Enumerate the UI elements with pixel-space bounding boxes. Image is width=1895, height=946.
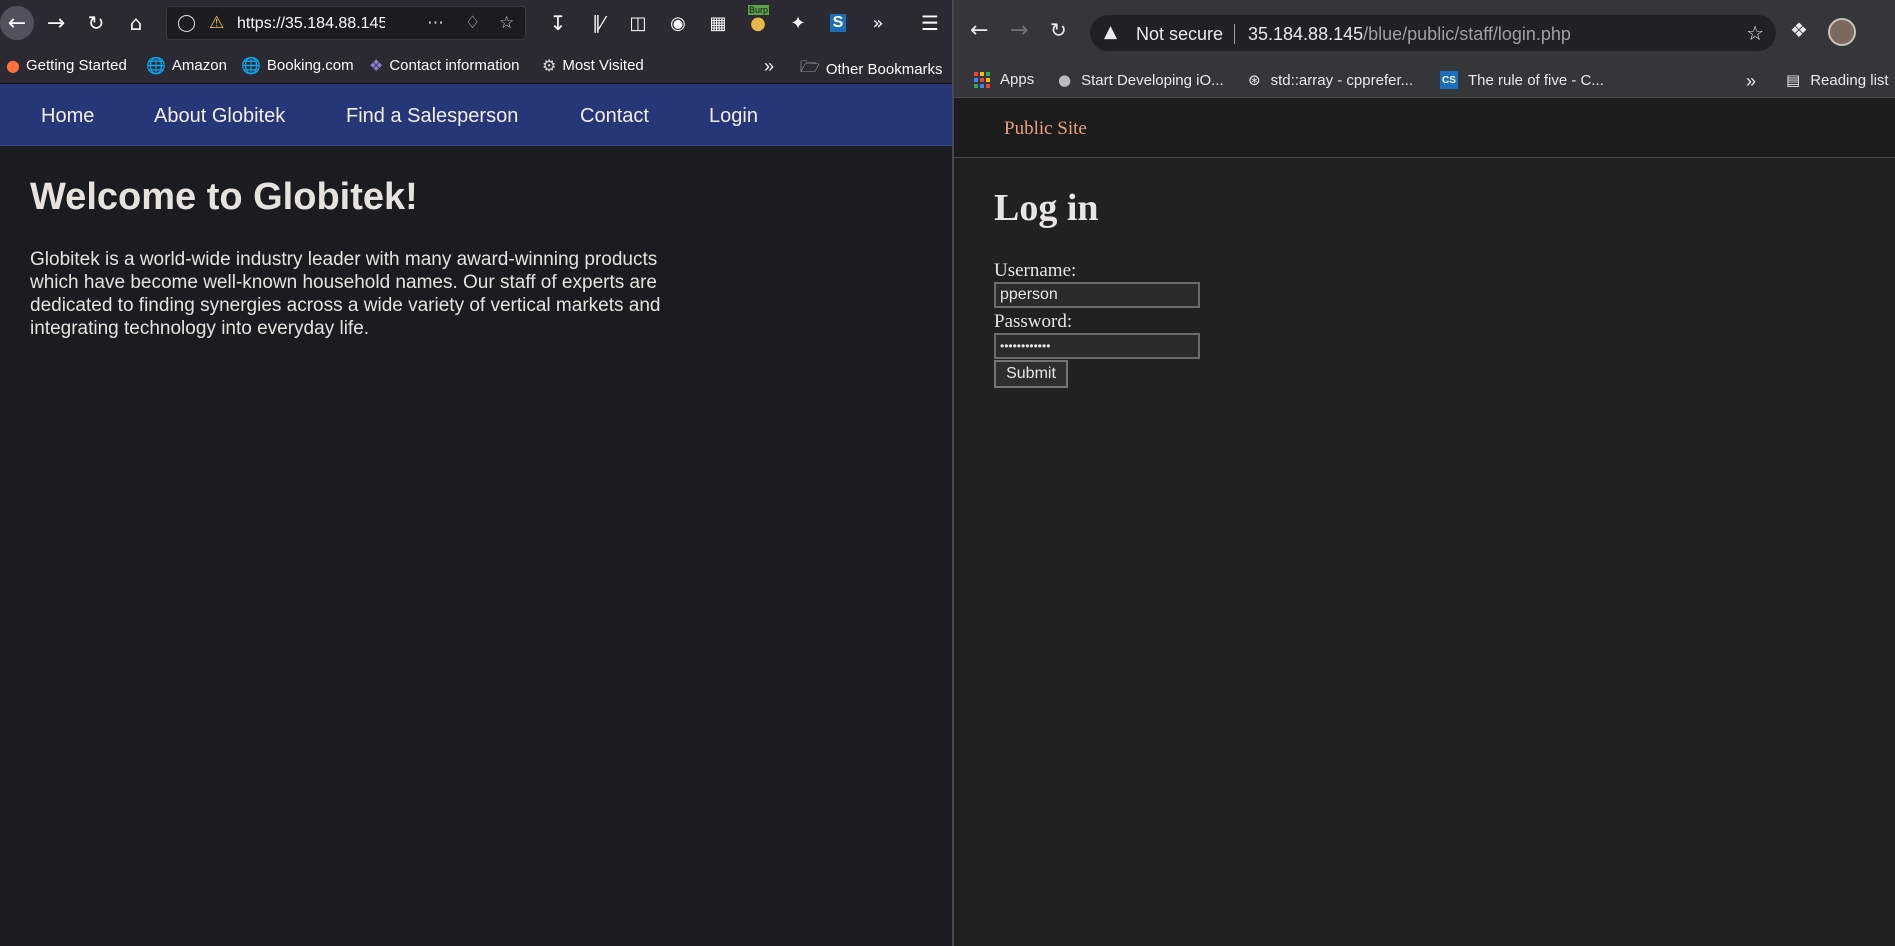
chrome-bookmarks-bar: Apps ● Start Developing iO... ⊛ std::array…: [954, 62, 1895, 98]
cs-badge-icon: CS: [1440, 71, 1458, 89]
firefox-window: ← → ↻ ⌂ ◯ ⚠ https://35.184.88.145/b ⋯ ♢ …: [0, 0, 952, 946]
burp-badge: Burp: [748, 5, 770, 15]
pocket-icon[interactable]: ♢: [465, 13, 480, 33]
omnibox-separator: [1234, 24, 1235, 44]
forward-arrow-icon[interactable]: →: [40, 7, 72, 39]
firefox-bookmarks-bar: ● Getting Started 🌐 Amazon 🌐 Booking.com ❖ C…: [0, 46, 952, 84]
intro-paragraph: Globitek is a world-wide industry leader…: [30, 249, 661, 339]
reading-list-button[interactable]: ▤ Reading list: [1786, 71, 1889, 89]
bookmark-label: Most Visited: [562, 57, 644, 74]
hamburger-menu-icon[interactable]: ☰: [914, 7, 946, 39]
bookmark-rule-of-five[interactable]: CS The rule of five - C...: [1440, 71, 1604, 89]
staff-header: Public Site: [954, 98, 1895, 158]
reload-icon[interactable]: ↻: [80, 7, 112, 39]
apps-grid-icon: [974, 71, 990, 88]
bookmark-label: Amazon: [171, 57, 227, 74]
puzzle-icon: ❖: [369, 56, 384, 75]
burp-extension-icon[interactable]: Burp ●: [742, 5, 774, 39]
firefox-url-bar[interactable]: ◯ ⚠ https://35.184.88.145/b ⋯ ♢ ☆: [166, 6, 526, 40]
fence-extension-icon[interactable]: ▦: [702, 7, 734, 39]
page-title: Welcome to Globitek!: [30, 176, 418, 218]
chrome-url-text[interactable]: 35.184.88.145/blue/public/staff/login.ph…: [1248, 24, 1571, 45]
chrome-omnibox[interactable]: ▲ Not secure 35.184.88.145/blue/public/s…: [1090, 15, 1776, 51]
apple-icon: ●: [1058, 71, 1072, 89]
bookmark-apps[interactable]: Apps: [974, 71, 1034, 88]
url-host: https://35.184.88.145: [237, 15, 385, 32]
firefox-url-text[interactable]: https://35.184.88.145/b: [237, 15, 385, 33]
staff-login-page: Public Site Log in Username: pperson Pas…: [954, 98, 1895, 946]
account-icon[interactable]: ◉: [662, 7, 694, 39]
s-extension-icon[interactable]: S: [822, 7, 854, 39]
reading-list-icon: ▤: [1786, 71, 1801, 89]
bookmark-most-visited[interactable]: ⚙ Most Visited: [542, 56, 644, 75]
lock-warning-icon[interactable]: ⚠: [209, 13, 224, 33]
bookmark-label: std::array - cpprefer...: [1270, 71, 1414, 89]
globitek-page: Home About Globitek Find a Salesperson C…: [0, 84, 952, 946]
username-label: Username:: [994, 260, 1077, 281]
nav-home-link[interactable]: Home: [41, 105, 94, 128]
bookmark-label: Contact information: [389, 57, 520, 74]
cppreference-icon: ⊛: [1248, 71, 1261, 89]
site-navigation: Home About Globitek Find a Salesperson C…: [0, 84, 952, 146]
username-field[interactable]: pperson: [994, 282, 1200, 308]
overflow-chevrons-icon[interactable]: »: [862, 7, 894, 39]
bookmark-label: Booking.com: [266, 57, 354, 74]
back-arrow-icon[interactable]: ←: [970, 18, 988, 43]
bookmark-contact-information[interactable]: ❖ Contact information: [369, 56, 519, 75]
globe-icon: 🌐: [241, 56, 261, 75]
public-site-link[interactable]: Public Site: [1004, 118, 1087, 140]
shield-icon[interactable]: ◯: [177, 13, 196, 33]
reload-icon[interactable]: ↻: [1050, 18, 1067, 42]
security-status[interactable]: Not secure: [1136, 24, 1223, 45]
nav-find-salesperson-link[interactable]: Find a Salesperson: [346, 105, 518, 128]
warning-icon[interactable]: ▲: [1104, 22, 1117, 42]
bookmarks-overflow-icon[interactable]: »: [1746, 71, 1756, 92]
password-label: Password:: [994, 311, 1073, 332]
bookmark-start-developing[interactable]: ● Start Developing iO...: [1058, 71, 1224, 89]
extensions-puzzle-icon[interactable]: ❖: [1790, 18, 1808, 42]
bookmark-label: Start Developing iO...: [1081, 71, 1224, 89]
reading-list-label: Reading list: [1810, 71, 1889, 89]
folder-icon: 🗁: [800, 57, 820, 76]
avatar[interactable]: [1828, 18, 1856, 46]
chrome-toolbar: ← → ↻ ▲ Not secure 35.184.88.145/blue/pu…: [954, 0, 1895, 62]
pin-extension-icon[interactable]: ✦: [782, 7, 814, 39]
forward-arrow-icon[interactable]: →: [1010, 18, 1028, 43]
bookmark-label: Apps: [1000, 71, 1035, 88]
firefox-toolbar: ← → ↻ ⌂ ◯ ⚠ https://35.184.88.145/b ⋯ ♢ …: [0, 0, 952, 46]
nav-about-link[interactable]: About Globitek: [154, 105, 285, 128]
bookmark-getting-started[interactable]: ● Getting Started: [6, 56, 127, 75]
bookmark-amazon[interactable]: 🌐 Amazon: [146, 56, 227, 75]
more-actions-icon[interactable]: ⋯: [427, 13, 444, 33]
back-arrow-icon[interactable]: ←: [0, 6, 34, 40]
bookmark-booking[interactable]: 🌐 Booking.com: [241, 56, 354, 75]
bookmark-star-icon[interactable]: ☆: [1746, 21, 1764, 45]
chrome-window: ← → ↻ ▲ Not secure 35.184.88.145/blue/pu…: [954, 0, 1895, 946]
url-path: /blue/public/staff/login.php: [1363, 24, 1571, 44]
sidebar-icon[interactable]: ◫: [622, 7, 654, 39]
nav-contact-link[interactable]: Contact: [580, 105, 649, 128]
bookmarks-overflow-icon[interactable]: »: [764, 56, 774, 77]
page-title: Log in: [994, 187, 1099, 229]
library-icon[interactable]: ∥⁄: [582, 7, 614, 39]
url-host: 35.184.88.145: [1248, 24, 1364, 44]
bookmark-label: Getting Started: [25, 57, 127, 74]
nav-login-link[interactable]: Login: [709, 105, 758, 128]
bookmark-label: Other Bookmarks: [825, 61, 943, 78]
globe-icon: 🌐: [146, 56, 166, 75]
gear-icon: ⚙: [542, 56, 557, 75]
firefox-logo-icon: ●: [6, 56, 20, 75]
bookmark-label: The rule of five - C...: [1468, 71, 1604, 89]
bookmark-std-array[interactable]: ⊛ std::array - cpprefer...: [1248, 71, 1413, 89]
download-icon[interactable]: ↧: [542, 7, 574, 39]
password-field[interactable]: ••••••••••••: [994, 333, 1200, 359]
bookmark-other-bookmarks[interactable]: 🗁 Other Bookmarks: [800, 56, 943, 83]
home-icon[interactable]: ⌂: [120, 7, 152, 39]
submit-button[interactable]: Submit: [994, 360, 1068, 388]
bookmark-star-icon[interactable]: ☆: [499, 13, 514, 33]
